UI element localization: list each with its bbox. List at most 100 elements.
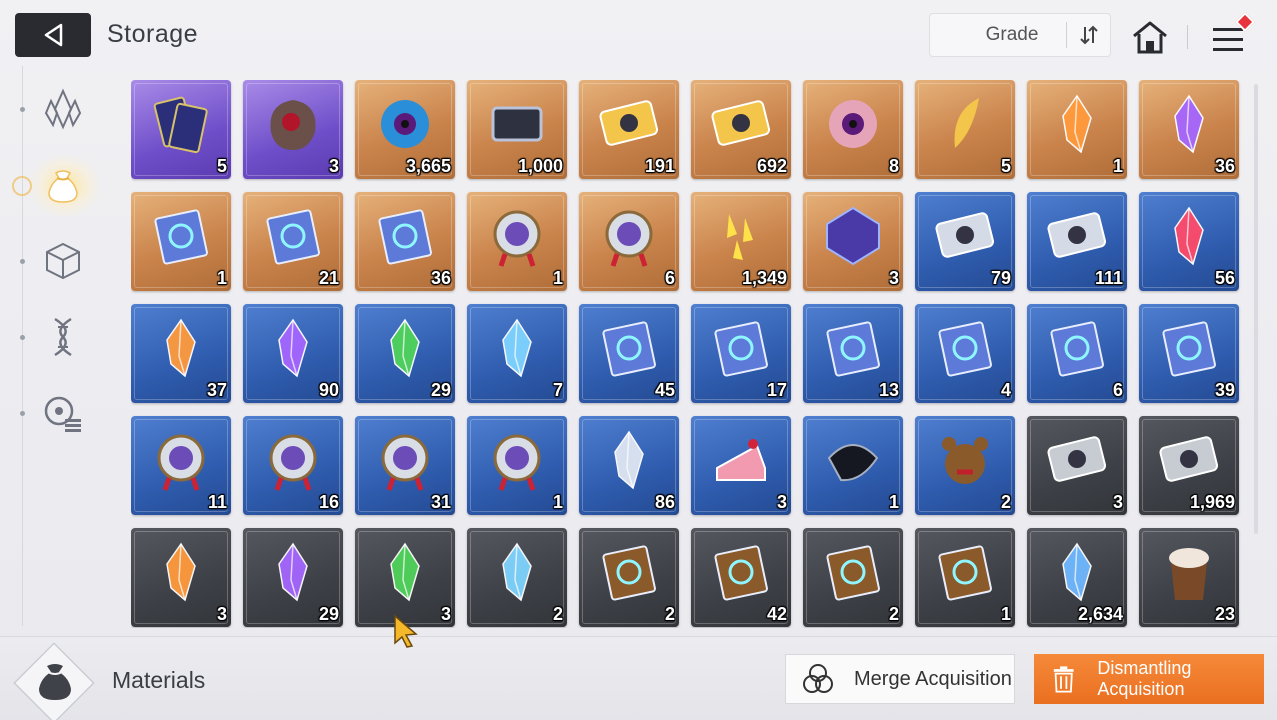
lightning-manual-icon bbox=[1050, 321, 1104, 377]
item-slot[interactable]: 45 bbox=[579, 304, 679, 403]
menu-button[interactable] bbox=[1208, 12, 1258, 57]
item-slot[interactable]: 79 bbox=[915, 192, 1015, 291]
dismantling-acquisition-button[interactable]: Dismantling Acquisition bbox=[1034, 654, 1264, 704]
item-slot[interactable]: 3,665 bbox=[355, 80, 455, 179]
item-count: 17 bbox=[766, 380, 787, 400]
item-slot[interactable]: 5 bbox=[131, 80, 231, 179]
item-slot[interactable]: 1,349 bbox=[691, 192, 791, 291]
merge-acquisition-button[interactable]: Merge Acquisition bbox=[785, 654, 1015, 704]
item-slot[interactable]: 2 bbox=[803, 528, 903, 627]
item-count: 5 bbox=[1000, 156, 1011, 176]
item-slot[interactable]: 39 bbox=[1139, 304, 1239, 403]
sword-medal-icon bbox=[493, 210, 541, 267]
item-slot[interactable]: 1 bbox=[915, 528, 1015, 627]
item-count: 16 bbox=[318, 492, 339, 512]
golden-feather-icon bbox=[954, 98, 979, 148]
orange-crystal-icon bbox=[166, 318, 196, 378]
home-button[interactable] bbox=[1130, 17, 1170, 57]
sidebar-item-boxes[interactable] bbox=[38, 236, 88, 286]
purple-crystal-icon bbox=[278, 318, 308, 378]
item-count: 1 bbox=[552, 268, 563, 288]
sidebar-item-other[interactable] bbox=[38, 388, 88, 438]
ice-crystal-icon bbox=[614, 430, 644, 490]
sidebar-item-crystals[interactable] bbox=[38, 84, 88, 134]
item-count: 37 bbox=[206, 380, 227, 400]
lightning-medal-icon bbox=[605, 210, 653, 267]
item-slot[interactable]: 86 bbox=[579, 416, 679, 515]
item-slot[interactable]: 3 bbox=[131, 528, 231, 627]
item-slot[interactable]: 2 bbox=[467, 528, 567, 627]
item-count: 3,665 bbox=[405, 156, 451, 176]
item-slot[interactable]: 6 bbox=[579, 192, 679, 291]
item-slot[interactable]: 1,969 bbox=[1139, 416, 1239, 515]
item-slot[interactable]: 1 bbox=[467, 416, 567, 515]
item-slot[interactable]: 31 bbox=[355, 416, 455, 515]
item-count: 2,634 bbox=[1077, 604, 1123, 624]
item-slot[interactable]: 29 bbox=[243, 528, 343, 627]
green-crystal-icon bbox=[390, 318, 420, 378]
item-slot[interactable]: 1,000 bbox=[467, 80, 567, 179]
item-count: 11 bbox=[207, 492, 227, 512]
item-slot[interactable]: 2,634 bbox=[1027, 528, 1127, 627]
item-slot[interactable]: 3 bbox=[243, 80, 343, 179]
item-count: 6 bbox=[1112, 380, 1123, 400]
grade-sort-dropdown[interactable]: Grade bbox=[929, 13, 1111, 57]
item-count: 31 bbox=[430, 492, 451, 512]
sphere-book-icon bbox=[938, 545, 992, 601]
item-slot[interactable]: 7 bbox=[467, 304, 567, 403]
item-slot[interactable]: 1 bbox=[131, 192, 231, 291]
item-slot[interactable]: 29 bbox=[355, 304, 455, 403]
item-slot[interactable]: 37 bbox=[131, 304, 231, 403]
item-count: 1 bbox=[1000, 604, 1011, 624]
item-grid: 5 3 3,665 1,000 191 692 8 5 1 36 1 21 36 1 6 1,349 3 79 11… bbox=[131, 80, 1241, 628]
pouch-category-icon bbox=[48, 170, 78, 203]
item-slot[interactable]: 11 bbox=[131, 416, 231, 515]
item-slot[interactable]: 42 bbox=[691, 528, 791, 627]
item-slot[interactable]: 6 bbox=[1027, 304, 1127, 403]
item-slot[interactable]: 90 bbox=[243, 304, 343, 403]
blue-tentacle-eye-icon bbox=[381, 100, 429, 148]
purple-crystal-icon bbox=[278, 542, 308, 602]
grid-scrollbar[interactable] bbox=[1254, 84, 1258, 534]
item-slot[interactable]: 8 bbox=[803, 80, 903, 179]
item-count: 2 bbox=[1000, 492, 1011, 512]
target-medal-icon bbox=[381, 434, 429, 491]
item-count: 21 bbox=[318, 268, 339, 288]
item-slot[interactable]: 111 bbox=[1027, 192, 1127, 291]
header-divider bbox=[1187, 25, 1188, 49]
item-slot[interactable]: 36 bbox=[1139, 80, 1239, 179]
sword-manual-icon bbox=[602, 321, 656, 377]
sphere-manual-icon bbox=[1162, 321, 1216, 377]
item-slot[interactable]: 2 bbox=[915, 416, 1015, 515]
sidebar-item-materials[interactable] bbox=[38, 160, 88, 210]
item-slot[interactable]: 3 bbox=[355, 528, 455, 627]
item-slot[interactable]: 16 bbox=[243, 416, 343, 515]
wing-manual-icon bbox=[938, 321, 992, 377]
item-slot[interactable]: 4 bbox=[915, 304, 1015, 403]
sidebar-dot bbox=[20, 107, 25, 112]
item-slot[interactable]: 3 bbox=[691, 416, 791, 515]
item-slot[interactable]: 13 bbox=[803, 304, 903, 403]
item-slot[interactable]: 3 bbox=[803, 192, 903, 291]
sidebar-item-genes[interactable] bbox=[38, 312, 88, 362]
item-slot[interactable]: 692 bbox=[691, 80, 791, 179]
item-count: 45 bbox=[654, 380, 675, 400]
item-slot[interactable]: 21 bbox=[243, 192, 343, 291]
item-slot[interactable]: 2 bbox=[579, 528, 679, 627]
item-count: 7 bbox=[552, 380, 563, 400]
back-button[interactable] bbox=[15, 13, 91, 57]
item-slot[interactable]: 1 bbox=[803, 416, 903, 515]
item-slot[interactable]: 3 bbox=[1027, 416, 1127, 515]
item-slot[interactable]: 23 bbox=[1139, 528, 1239, 627]
item-slot[interactable]: 191 bbox=[579, 80, 679, 179]
pink-eye-orb-icon bbox=[829, 100, 877, 148]
sort-order-toggle[interactable] bbox=[1066, 22, 1110, 48]
item-count: 3 bbox=[216, 604, 227, 624]
item-slot[interactable]: 1 bbox=[467, 192, 567, 291]
item-slot[interactable]: 36 bbox=[355, 192, 455, 291]
item-slot[interactable]: 5 bbox=[915, 80, 1015, 179]
item-slot[interactable]: 1 bbox=[1027, 80, 1127, 179]
lightning-book-icon bbox=[826, 545, 880, 601]
item-slot[interactable]: 17 bbox=[691, 304, 791, 403]
item-slot[interactable]: 56 bbox=[1139, 192, 1239, 291]
